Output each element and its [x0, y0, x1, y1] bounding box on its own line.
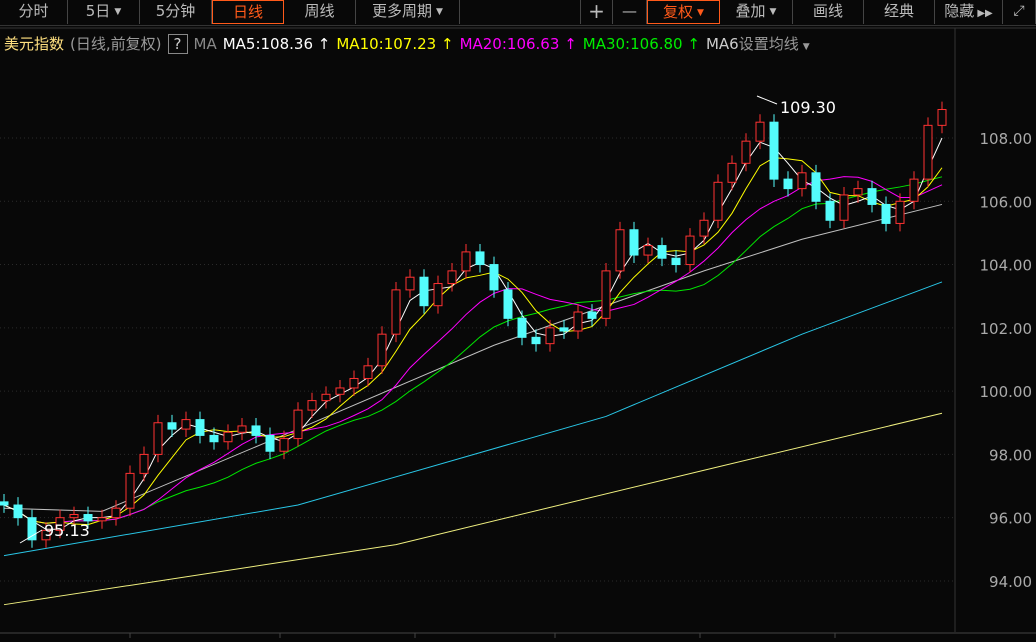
y-tick-label: 96.00	[989, 510, 1032, 528]
candle-body	[755, 121, 765, 142]
candle-body	[587, 311, 597, 319]
candle-body	[69, 514, 79, 519]
candle-body	[713, 181, 723, 221]
candle-body	[503, 289, 513, 319]
high-annotation: 109.30	[780, 98, 836, 117]
candle-body	[265, 434, 275, 452]
candle-body	[391, 289, 401, 335]
low-annotation: 95.13	[44, 521, 90, 540]
candle-body	[601, 270, 611, 319]
candle-body	[153, 422, 163, 455]
y-tick-label: 102.00	[980, 320, 1033, 338]
candle-body	[699, 219, 709, 237]
candle-body	[461, 251, 471, 272]
candle-body	[657, 245, 667, 259]
candle-body	[867, 188, 877, 205]
candle-body	[741, 140, 751, 164]
candlestick-chart[interactable]: 108.00 106.00 104.00 102.00 100.00 98.00 96.00…	[0, 0, 1036, 642]
candle-body	[139, 453, 149, 474]
candle-body	[111, 507, 121, 519]
candle-body	[783, 178, 793, 190]
candle-body	[615, 229, 625, 272]
candle-body	[167, 422, 177, 430]
candle-body	[629, 229, 639, 256]
candle-body	[531, 336, 541, 345]
candle-body	[335, 387, 345, 395]
y-tick-label: 104.00	[980, 257, 1033, 275]
candle-body	[181, 419, 191, 430]
y-tick-label: 100.00	[980, 383, 1033, 401]
candle-body	[447, 270, 457, 285]
candle-body	[349, 377, 359, 389]
candle-body	[839, 194, 849, 221]
high-annotation-arrow	[756, 95, 778, 105]
candle-body	[13, 504, 23, 519]
candle-body	[125, 472, 135, 509]
candle-body	[545, 327, 555, 345]
candle-body	[83, 514, 93, 522]
candle-body	[825, 200, 835, 221]
candle-body	[853, 188, 863, 196]
candle-body	[923, 124, 933, 180]
candle-body	[489, 264, 499, 291]
candle-body	[517, 317, 527, 338]
candle-body	[223, 431, 233, 443]
candle-body	[363, 365, 373, 379]
y-tick-label: 98.00	[989, 446, 1032, 464]
candle-body	[97, 517, 107, 522]
candle-body	[881, 203, 891, 224]
candle-body	[293, 409, 303, 440]
candle-body	[195, 419, 205, 436]
candle-body	[377, 333, 387, 367]
candle-body	[727, 162, 737, 183]
candle-body	[419, 276, 429, 307]
candle-body	[475, 251, 485, 266]
candle-body	[811, 172, 821, 202]
candle-body	[279, 438, 289, 452]
candle-body	[671, 257, 681, 266]
candle-body	[251, 425, 261, 436]
y-tick-label: 106.00	[980, 193, 1033, 211]
y-tick-label: 108.00	[980, 130, 1033, 148]
candle-body	[0, 501, 9, 506]
candle-body	[643, 245, 653, 256]
candle-body	[433, 283, 443, 307]
candle-body	[769, 121, 779, 180]
candle-body	[237, 425, 247, 433]
candle-body	[909, 178, 919, 202]
candle-body	[405, 276, 415, 291]
candle-body	[209, 434, 219, 443]
candle-body	[573, 311, 583, 332]
candle-body	[685, 235, 695, 266]
y-tick-label: 94.00	[989, 573, 1032, 591]
candle-body	[559, 327, 569, 332]
candle-body	[937, 109, 947, 126]
candle-body	[27, 517, 37, 541]
candle-body	[307, 400, 317, 411]
candle-body	[321, 393, 331, 402]
candle-body	[797, 172, 807, 190]
ma120-line	[3, 281, 943, 557]
candle-body	[895, 200, 905, 224]
